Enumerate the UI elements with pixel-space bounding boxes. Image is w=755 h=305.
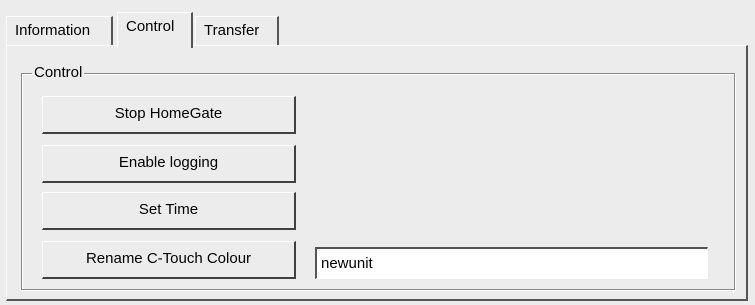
- stop-homegate-button-label: Stop HomeGate: [114, 105, 223, 122]
- stop-homegate-button[interactable]: Stop HomeGate: [42, 96, 296, 134]
- rename-ctouch-colour-button[interactable]: Rename C-Touch Colour: [42, 241, 296, 279]
- tab-information-label: Information: [15, 22, 91, 39]
- tab-transfer[interactable]: Transfer: [195, 16, 279, 47]
- control-group-box: Control Stop HomeGate Enable logging Set…: [21, 64, 735, 290]
- control-group-title: Control: [32, 64, 85, 82]
- control-tab-page: Control Stop HomeGate Enable logging Set…: [6, 45, 748, 301]
- tab-control[interactable]: Control: [117, 12, 193, 48]
- control-window: Information Control Transfer Control Sto…: [0, 0, 755, 305]
- tab-strip: Information Control Transfer: [6, 12, 746, 48]
- set-time-button[interactable]: Set Time: [42, 192, 296, 230]
- tab-transfer-label: Transfer: [204, 22, 260, 39]
- rename-ctouch-colour-button-label: Rename C-Touch Colour: [85, 250, 252, 267]
- set-time-button-label: Set Time: [138, 201, 199, 218]
- tab-information[interactable]: Information: [6, 16, 113, 47]
- enable-logging-button-label: Enable logging: [118, 154, 219, 171]
- unit-name-input[interactable]: [315, 247, 708, 279]
- enable-logging-button[interactable]: Enable logging: [42, 145, 296, 183]
- tab-control-label: Control: [126, 18, 175, 35]
